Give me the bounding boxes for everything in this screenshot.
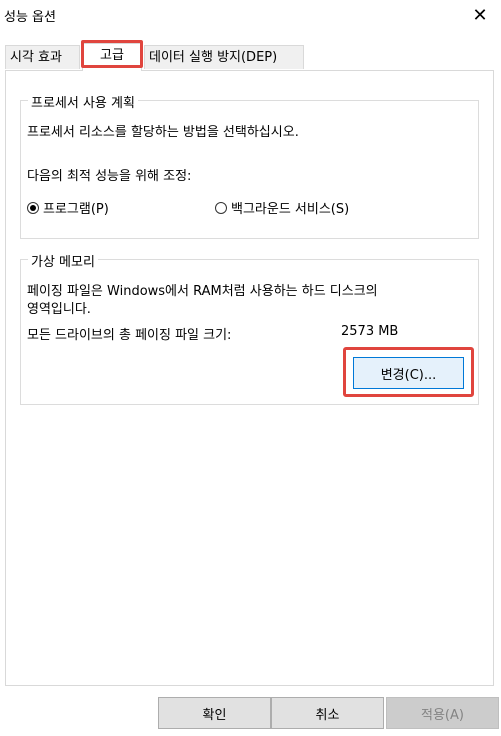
radio-background-services[interactable]: 백그라운드 서비스(S) bbox=[215, 198, 349, 217]
performance-options-dialog: 성능 옵션 ✕ 시각 효과 고급 데이터 실행 방지(DEP) 프로세서 사용 … bbox=[0, 0, 501, 736]
tab-dep[interactable]: 데이터 실행 방지(DEP) bbox=[144, 45, 304, 69]
virtual-memory-group-label: 가상 메모리 bbox=[28, 251, 98, 270]
radio-programs[interactable]: 프로그램(P) bbox=[27, 198, 109, 217]
tab-visual-effects[interactable]: 시각 효과 bbox=[5, 45, 80, 69]
processor-description: 프로세서 리소스를 할당하는 방법을 선택하십시오. bbox=[27, 125, 299, 140]
paging-file-description-line1: 페이징 파일은 Windows에서 RAM처럼 사용하는 하드 디스크의 bbox=[27, 284, 378, 299]
window-title: 성능 옵션 bbox=[4, 10, 56, 25]
radio-programs-label: 프로그램(P) bbox=[43, 202, 109, 217]
total-paging-size-label: 모든 드라이브의 총 페이징 파일 크기: bbox=[27, 328, 232, 343]
processor-group-label: 프로세서 사용 계획 bbox=[28, 92, 138, 111]
tab-strip: 시각 효과 고급 데이터 실행 방지(DEP) bbox=[5, 43, 496, 71]
apply-button[interactable]: 적용(A) bbox=[386, 697, 499, 729]
change-button[interactable]: 변경(C)... bbox=[353, 357, 464, 389]
cancel-button[interactable]: 취소 bbox=[271, 697, 384, 729]
title-bar: 성능 옵션 ✕ bbox=[0, 0, 501, 30]
radio-programs-indicator[interactable] bbox=[27, 201, 39, 214]
adjust-performance-label: 다음의 최적 성능을 위해 조정: bbox=[27, 169, 192, 184]
close-button[interactable]: ✕ bbox=[465, 2, 495, 28]
processor-scheduling-group: 프로세서 사용 계획 프로세서 리소스를 할당하는 방법을 선택하십시오. 다음… bbox=[20, 92, 479, 239]
close-icon: ✕ bbox=[472, 4, 488, 26]
total-paging-size-value: 2573 MB bbox=[341, 324, 399, 339]
radio-background-label: 백그라운드 서비스(S) bbox=[231, 202, 350, 217]
tab-advanced[interactable]: 고급 bbox=[82, 43, 142, 71]
radio-background-indicator[interactable] bbox=[215, 201, 227, 214]
paging-file-description-line2: 영역입니다. bbox=[27, 302, 91, 317]
ok-button[interactable]: 확인 bbox=[158, 697, 271, 729]
